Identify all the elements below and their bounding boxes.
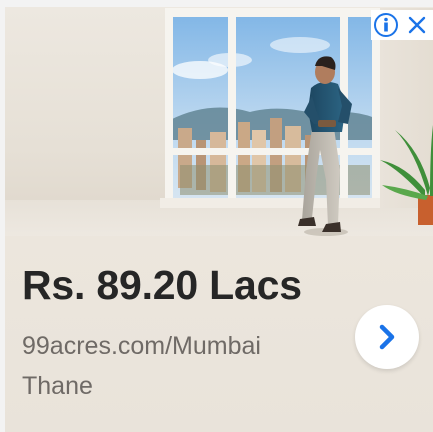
property-price[interactable]: Rs. 89.20 Lacs xyxy=(22,262,302,309)
adchoices-badge xyxy=(371,10,433,40)
chevron-right-icon xyxy=(379,324,395,350)
open-ad-button[interactable] xyxy=(355,305,419,369)
display-ad[interactable]: Rs. 89.20 Lacs 99acres.com/Mumbai Thane xyxy=(0,0,433,432)
ad-hero-image[interactable] xyxy=(0,0,433,245)
close-icon[interactable] xyxy=(405,13,429,37)
property-location: Thane xyxy=(22,372,93,400)
info-icon[interactable] xyxy=(373,12,399,38)
advertiser-domain[interactable]: 99acres.com/Mumbai xyxy=(22,332,261,361)
